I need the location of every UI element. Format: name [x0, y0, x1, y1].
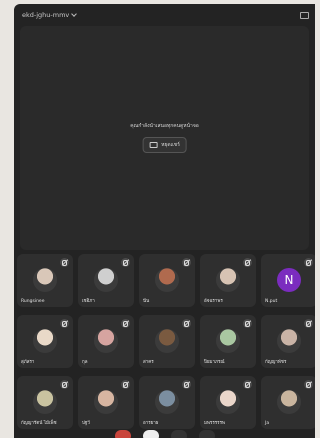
mic-off-glyph — [62, 259, 67, 266]
meeting-window: ekd-jghu-mmv คุณกำลังนำเสนอทุกคนดูหน้าจอ… — [14, 4, 315, 438]
participant-name: กัญญาพัชร — [265, 360, 287, 365]
avatar — [155, 268, 179, 292]
avatar — [216, 329, 240, 353]
mic-off-glyph — [184, 259, 189, 266]
participant-tile[interactable]: อัจฉราพร — [200, 254, 256, 307]
participant-name: อารยาธ — [143, 421, 159, 426]
mic-off-icon — [121, 319, 130, 328]
call-controls — [14, 430, 315, 438]
mic-off-icon — [121, 258, 130, 267]
mic-button[interactable] — [142, 430, 159, 438]
participant-name: สุภัสรา — [21, 360, 35, 365]
participant-name: เชอิภา — [82, 299, 95, 304]
avatar — [94, 390, 118, 414]
participant-tile[interactable]: อารยาธ — [139, 376, 195, 429]
mic-off-glyph — [306, 381, 311, 388]
avatar — [155, 329, 179, 353]
participant-tile[interactable]: ปฐวี — [78, 376, 134, 429]
avatar — [33, 390, 57, 414]
mic-off-glyph — [245, 320, 250, 327]
participant-name: Ja — [265, 421, 270, 426]
avatar — [33, 268, 57, 292]
participant-name: อัจฉราพร — [204, 299, 223, 304]
mic-off-glyph — [245, 381, 250, 388]
avatar — [33, 329, 57, 353]
meeting-code[interactable]: ekd-jghu-mmv — [22, 11, 78, 19]
participant-tile[interactable]: นีน — [139, 254, 195, 307]
mic-off-icon — [182, 380, 191, 389]
camera-switch-icon[interactable] — [300, 11, 309, 19]
participant-tile[interactable]: Ja — [261, 376, 315, 429]
mic-off-glyph — [123, 259, 128, 266]
participant-tile[interactable]: กุล — [78, 315, 134, 368]
mic-off-icon — [304, 380, 313, 389]
mic-off-icon — [182, 258, 191, 267]
mic-off-icon — [243, 380, 252, 389]
mic-off-glyph — [123, 320, 128, 327]
participant-name: กุล — [82, 360, 88, 365]
participant-name: นีน — [143, 299, 150, 304]
mic-off-icon — [60, 319, 69, 328]
raise-hand-button[interactable] — [170, 430, 187, 438]
end-call-button[interactable] — [114, 430, 131, 438]
participant-tile[interactable]: Rungsinee — [17, 254, 73, 307]
meeting-code-label: ekd-jghu-mmv — [22, 11, 70, 19]
avatar — [216, 268, 240, 292]
mic-off-glyph — [184, 320, 189, 327]
participant-name: ปิยมาภรณ์ — [204, 360, 225, 365]
participant-name: Rungsinee — [21, 299, 45, 304]
presenting-message: คุณกำลังนำเสนอทุกคนดูหน้าจอ — [130, 123, 199, 129]
participant-tile[interactable]: เชอิภา — [78, 254, 134, 307]
mic-off-icon — [182, 319, 191, 328]
mic-off-glyph — [306, 320, 311, 327]
mic-off-glyph — [62, 381, 67, 388]
mic-off-glyph — [245, 259, 250, 266]
avatar — [94, 329, 118, 353]
avatar — [277, 390, 301, 414]
participant-tile[interactable]: ปิยมาภรณ์ — [200, 315, 256, 368]
top-bar: ekd-jghu-mmv — [14, 4, 315, 26]
participant-tile[interactable]: สาคร — [139, 315, 195, 368]
avatar — [216, 390, 240, 414]
participant-tile[interactable]: มพรรรรรพ — [200, 376, 256, 429]
participant-tile[interactable]: กัญญาพัชร — [261, 315, 315, 368]
mic-off-glyph — [123, 381, 128, 388]
avatar — [155, 390, 179, 414]
mic-off-icon — [243, 319, 252, 328]
participant-name: กัญญารัตน์ ไม้เพ็ช — [21, 421, 57, 426]
mic-off-icon — [304, 319, 313, 328]
participant-tile[interactable]: N N.put — [261, 254, 315, 307]
avatar-initial: N — [277, 268, 301, 292]
participant-name: สาคร — [143, 360, 154, 365]
mic-off-icon — [121, 380, 130, 389]
participant-name: N.put — [265, 299, 278, 304]
avatar — [94, 268, 118, 292]
present-icon — [149, 142, 158, 148]
participant-grid: Rungsinee เชอิภา นีน อัจฉราพร N N.put สุภัสราก… — [17, 254, 315, 434]
stop-presenting-button[interactable]: หยุดแชร์ — [142, 137, 187, 153]
participant-name: มพรรรรรพ — [204, 421, 225, 426]
mic-off-icon — [243, 258, 252, 267]
participant-tile[interactable]: สุภัสรา — [17, 315, 73, 368]
chevron-down-icon — [71, 11, 78, 17]
mic-off-glyph — [306, 259, 311, 266]
presentation-stage: คุณกำลังนำเสนอทุกคนดูหน้าจอ หยุดแชร์ — [20, 26, 309, 250]
mic-off-icon — [60, 258, 69, 267]
mic-off-glyph — [184, 381, 189, 388]
participant-tile[interactable]: กัญญารัตน์ ไม้เพ็ช — [17, 376, 73, 429]
stop-presenting-label: หยุดแชร์ — [161, 142, 180, 148]
mic-off-icon — [304, 258, 313, 267]
participant-name: ปฐวี — [82, 421, 90, 426]
mic-off-glyph — [62, 320, 67, 327]
avatar — [277, 329, 301, 353]
more-button[interactable] — [198, 430, 215, 438]
mic-off-icon — [60, 380, 69, 389]
